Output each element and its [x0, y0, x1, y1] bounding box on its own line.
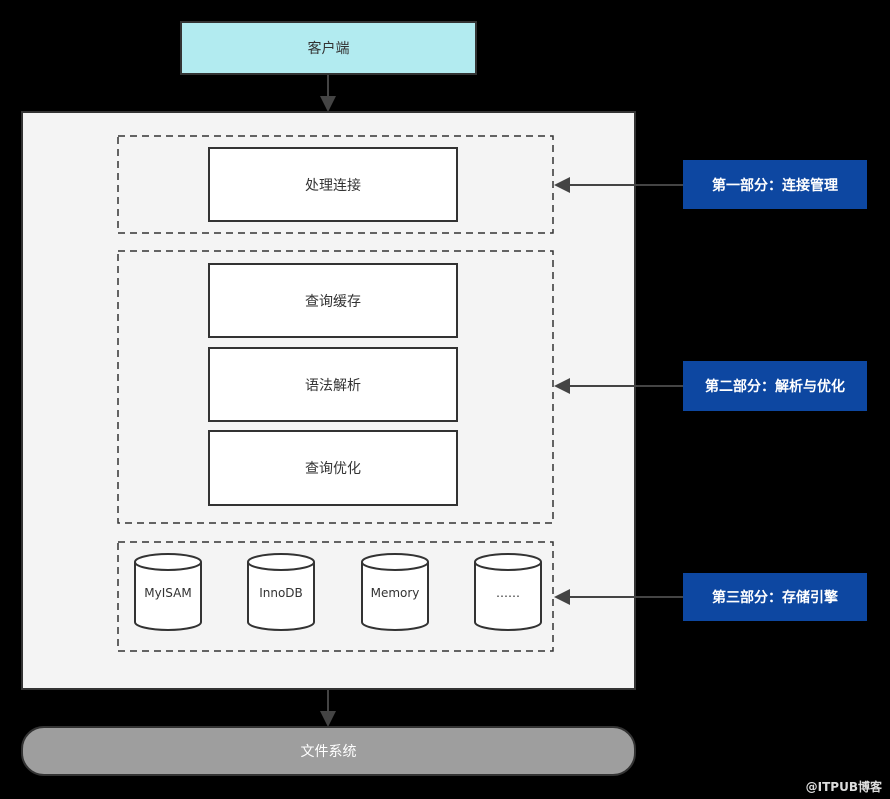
engine-label: ……	[496, 586, 520, 600]
engine-label: Memory	[370, 586, 420, 600]
filesystem-label: 文件系统	[300, 744, 357, 760]
module-label: 查询缓存	[305, 293, 361, 310]
engine-label: MyISAM	[144, 586, 192, 600]
cylinder-top	[361, 553, 429, 571]
watermark: @ITPUB博客	[805, 780, 882, 794]
module-label: 语法解析	[305, 377, 361, 394]
part-label: 第一部分：连接管理	[712, 177, 838, 194]
part-label: 第二部分：解析与优化	[705, 379, 845, 395]
mysql-architecture-diagram: 客户端 处理连接 查询缓存 语法解析 查询优化 MyISAM InnoDB Me…	[0, 0, 890, 799]
module-label: 查询优化	[305, 461, 361, 477]
client-label: 客户端	[307, 41, 350, 57]
part-label: 第三部分：存储引擎	[712, 590, 838, 606]
cylinder-top	[134, 553, 202, 571]
cylinder-top	[247, 553, 315, 571]
cylinder-top	[474, 553, 542, 571]
module-label: 处理连接	[305, 177, 361, 194]
engine-label: InnoDB	[259, 586, 303, 600]
